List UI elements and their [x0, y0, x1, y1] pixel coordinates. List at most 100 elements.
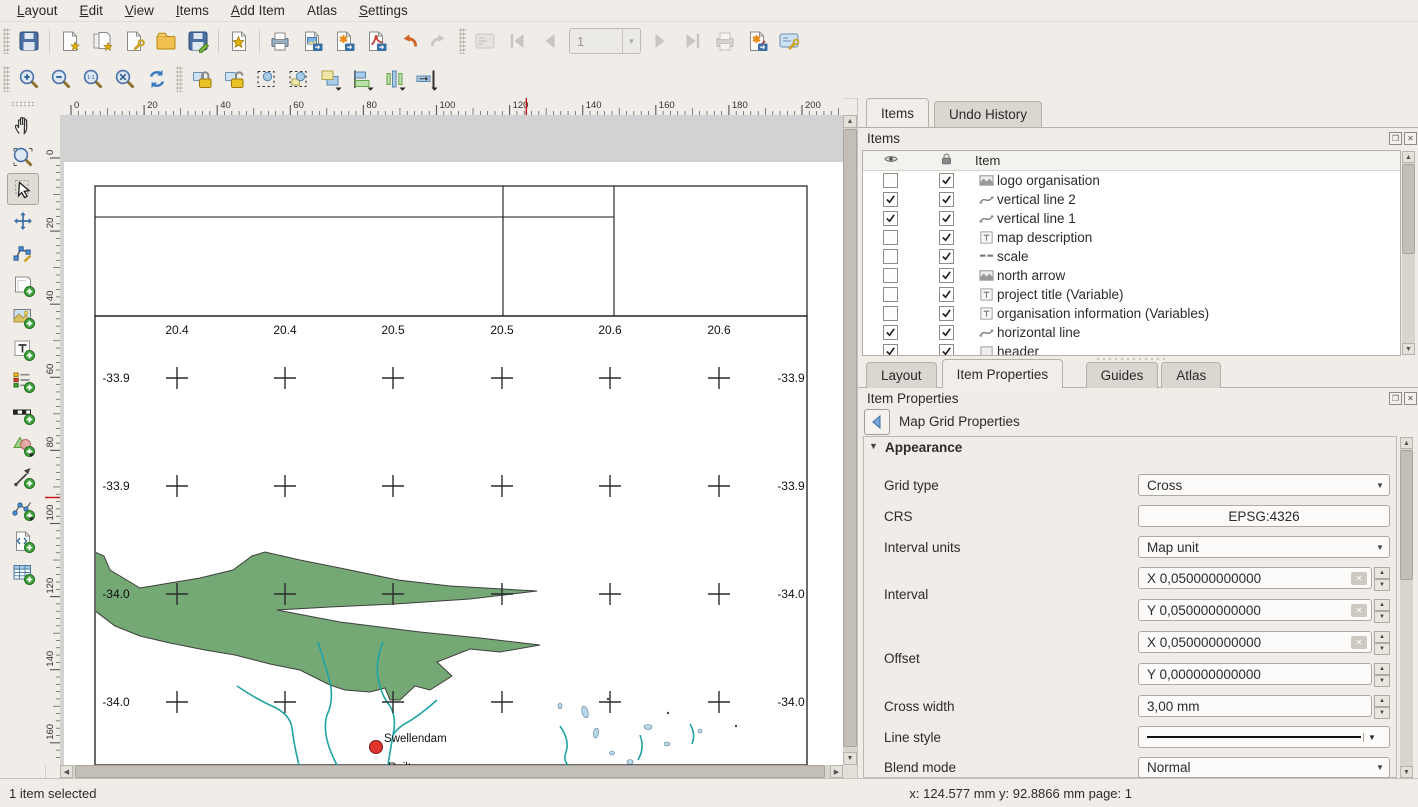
visibility-checkbox[interactable]	[883, 230, 898, 245]
lock-items-button[interactable]	[186, 63, 218, 95]
add-scalebar-tool[interactable]	[7, 397, 39, 429]
add-picture-tool[interactable]	[7, 301, 39, 333]
visibility-checkbox[interactable]	[883, 344, 898, 356]
props-scroll-down[interactable]: ▼	[1400, 766, 1413, 778]
menu-settings[interactable]: Settings	[348, 1, 419, 20]
float-panel-icon[interactable]: ❐	[1389, 132, 1402, 145]
visibility-checkbox[interactable]	[883, 287, 898, 302]
blend-mode-combo[interactable]: Normal▼	[1138, 757, 1390, 778]
new-layout-button[interactable]	[54, 25, 86, 57]
lock-checkbox[interactable]	[939, 192, 954, 207]
item-row-organisation-information-variables-[interactable]: organisation information (Variables)	[863, 304, 1400, 323]
visibility-checkbox[interactable]	[883, 211, 898, 226]
distribute-items-button[interactable]	[378, 63, 410, 95]
layout-canvas[interactable]: 20.420.420.520.520.620.6-33.9-33.9-33.9-…	[60, 115, 843, 765]
tab-item-properties[interactable]: Item Properties	[942, 359, 1064, 388]
props-scroll-thumb[interactable]	[1400, 450, 1413, 580]
interval-units-combo[interactable]: Map unit▼	[1138, 536, 1390, 558]
item-row-vertical-line-2[interactable]: vertical line 2	[863, 190, 1400, 209]
canvas-hscroll-thumb[interactable]	[75, 765, 825, 778]
ungroup-items-button[interactable]	[282, 63, 314, 95]
zoom-actual-button[interactable]: 1:1	[77, 63, 109, 95]
add-attribute-table-tool[interactable]	[7, 557, 39, 589]
canvas-scroll-left[interactable]: ◀	[60, 765, 73, 778]
print-atlas-button[interactable]	[709, 25, 741, 57]
item-row-scale[interactable]: scale	[863, 247, 1400, 266]
items-tree[interactable]: Item logo organisation vertical line 2 v…	[862, 150, 1401, 356]
float-panel-icon[interactable]: ❐	[1389, 392, 1402, 405]
interval-x-spinner[interactable]: ▲▼	[1374, 567, 1390, 589]
select-move-item-tool[interactable]	[7, 173, 39, 205]
interval-y-field[interactable]: Y 0,050000000000✕	[1138, 599, 1372, 621]
interval-y-spinner[interactable]: ▲▼	[1374, 599, 1390, 621]
pan-tool[interactable]	[7, 109, 39, 141]
unlock-all-button[interactable]	[218, 63, 250, 95]
refresh-button[interactable]	[141, 63, 173, 95]
canvas-scroll-right[interactable]: ▶	[830, 765, 843, 778]
visibility-checkbox[interactable]	[883, 192, 898, 207]
tab-guides[interactable]: Guides	[1086, 362, 1159, 388]
item-row-horizontal-line[interactable]: horizontal line	[863, 323, 1400, 342]
collapse-arrow-icon[interactable]: ▼	[869, 441, 878, 451]
item-row-north-arrow[interactable]: north arrow	[863, 266, 1400, 285]
atlas-settings-button[interactable]	[773, 25, 805, 57]
print-button[interactable]	[264, 25, 296, 57]
canvas-scroll-up[interactable]: ▲	[843, 115, 857, 128]
open-folder-button[interactable]	[150, 25, 182, 57]
save-as-template-button[interactable]	[223, 25, 255, 57]
canvas-scroll-down[interactable]: ▼	[843, 752, 857, 765]
zoom-in-button[interactable]	[13, 63, 45, 95]
props-scroll-up[interactable]: ▲	[1400, 437, 1413, 449]
back-button[interactable]	[864, 409, 890, 435]
save-as-button[interactable]	[182, 25, 214, 57]
appearance-section-header[interactable]: Appearance	[885, 440, 962, 455]
zoom-region-tool[interactable]	[7, 141, 39, 173]
duplicate-layout-button[interactable]	[86, 25, 118, 57]
previous-feature-button[interactable]	[533, 25, 565, 57]
item-row-header[interactable]: header	[863, 342, 1400, 356]
canvas-vscroll-thumb[interactable]	[843, 129, 857, 747]
crs-button[interactable]: EPSG:4326	[1138, 505, 1390, 527]
item-row-logo-organisation[interactable]: logo organisation	[863, 171, 1400, 190]
menu-items[interactable]: Items	[165, 1, 220, 20]
visibility-checkbox[interactable]	[883, 173, 898, 188]
offset-y-spinner[interactable]: ▲▼	[1374, 663, 1390, 685]
layout-manager-button[interactable]	[118, 25, 150, 57]
interval-x-field[interactable]: X 0,050000000000✕	[1138, 567, 1372, 589]
atlas-page-spinbox[interactable]: 1▼	[569, 28, 641, 54]
item-row-vertical-line-1[interactable]: vertical line 1	[863, 209, 1400, 228]
menu-atlas[interactable]: Atlas	[296, 1, 348, 20]
add-shape-tool[interactable]	[7, 429, 39, 461]
item-row-map-description[interactable]: map description	[863, 228, 1400, 247]
raise-items-button[interactable]	[314, 63, 346, 95]
offset-x-field[interactable]: X 0,050000000000✕	[1138, 631, 1372, 653]
offset-y-field[interactable]: Y 0,000000000000	[1138, 663, 1372, 685]
lock-checkbox[interactable]	[939, 211, 954, 226]
close-panel-icon[interactable]: ✕	[1404, 392, 1417, 405]
lock-checkbox[interactable]	[939, 306, 954, 321]
lock-checkbox[interactable]	[939, 325, 954, 340]
add-node-item-tool[interactable]	[7, 493, 39, 525]
cross-width-field[interactable]: 3,00 mm	[1138, 695, 1372, 717]
lock-checkbox[interactable]	[939, 268, 954, 283]
edit-nodes-item-tool[interactable]	[7, 237, 39, 269]
offset-x-spinner[interactable]: ▲▼	[1374, 631, 1390, 653]
first-feature-button[interactable]	[501, 25, 533, 57]
group-items-button[interactable]	[250, 63, 282, 95]
add-map-tool[interactable]	[7, 269, 39, 301]
toolbar-handle[interactable]	[3, 28, 10, 54]
save-button[interactable]	[13, 25, 45, 57]
export-pdf-button[interactable]	[360, 25, 392, 57]
export-svg-button[interactable]	[328, 25, 360, 57]
clear-field-icon[interactable]: ✕	[1351, 604, 1367, 617]
lock-checkbox[interactable]	[939, 249, 954, 264]
dock-splitter-handle[interactable]	[1095, 357, 1165, 361]
cross-width-spinner[interactable]: ▲▼	[1374, 695, 1390, 717]
toolbar-handle[interactable]	[11, 101, 35, 107]
items-scroll-down[interactable]: ▼	[1402, 343, 1415, 355]
menu-layout[interactable]: Layout	[6, 1, 69, 20]
menu-edit[interactable]: Edit	[69, 1, 114, 20]
item-row-project-title-variable-[interactable]: project title (Variable)	[863, 285, 1400, 304]
lock-checkbox[interactable]	[939, 287, 954, 302]
clear-field-icon[interactable]: ✕	[1351, 636, 1367, 649]
